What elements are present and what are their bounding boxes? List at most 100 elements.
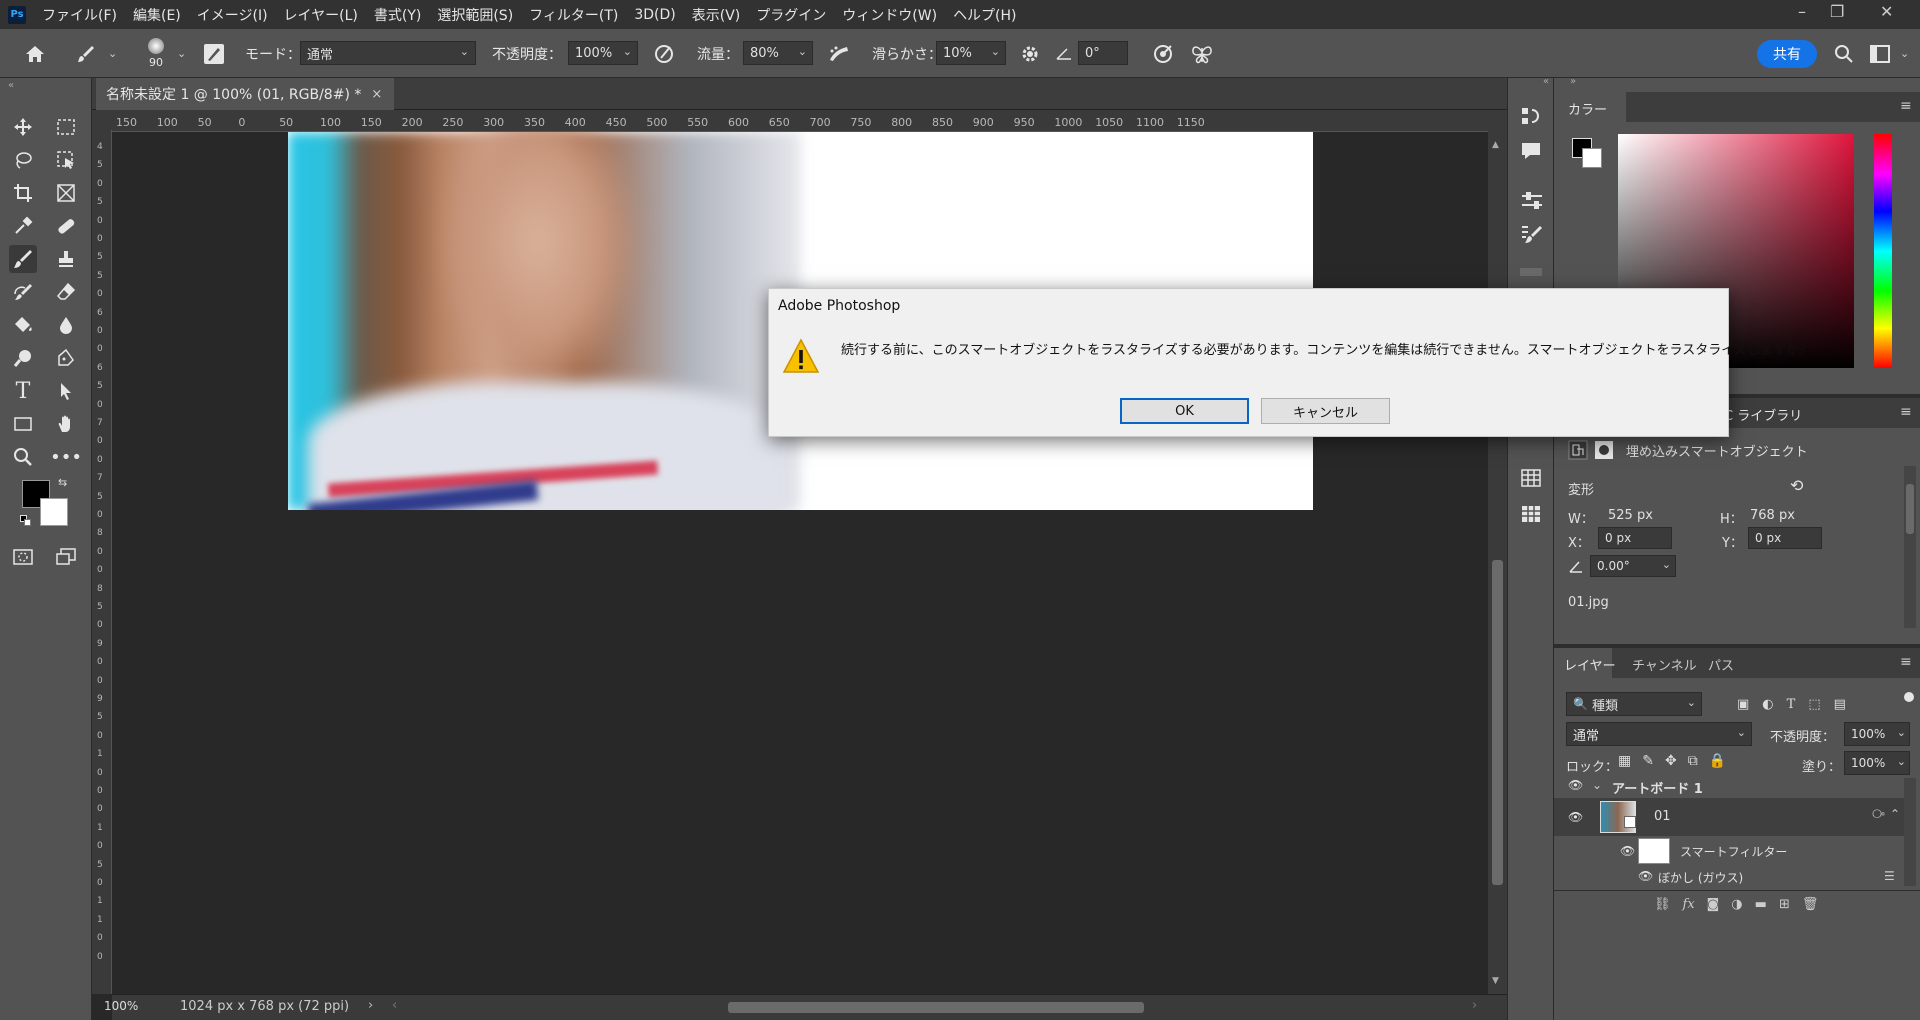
scroll-left-icon[interactable]: ‹ xyxy=(392,998,397,1013)
document-info[interactable]: 1024 px x 768 px (72 ppi) xyxy=(180,999,349,1014)
document-tab[interactable]: 名称未設定 1 @ 100% (01, RGB/8#) * × xyxy=(96,78,395,110)
pressure-size-icon[interactable] xyxy=(1150,29,1176,78)
lock-artboard-icon[interactable]: ⧉ xyxy=(1688,753,1698,769)
more-tools-icon[interactable]: ••• xyxy=(50,443,82,471)
layers-scrollbar[interactable] xyxy=(1904,778,1916,886)
chevron-up-icon[interactable]: ⌃ xyxy=(1890,807,1900,821)
vertical-scrollbar[interactable]: ▲ ▼ xyxy=(1488,130,1507,994)
menu-filter[interactable]: フィルター(T) xyxy=(529,5,618,25)
adjustment-layer-icon[interactable]: ◑ xyxy=(1731,897,1742,912)
filter-smart-object-icon[interactable]: ▤ xyxy=(1834,697,1846,712)
visibility-eye-icon[interactable]: 👁 xyxy=(1568,810,1583,824)
x-input[interactable]: 0 px xyxy=(1598,527,1672,549)
object-selection-tool-icon[interactable] xyxy=(52,146,80,174)
menu-3d[interactable]: 3D(D) xyxy=(634,7,675,23)
menu-file[interactable]: ファイル(F) xyxy=(42,5,117,25)
zoom-tool-icon[interactable] xyxy=(9,443,37,471)
menu-help[interactable]: ヘルプ(H) xyxy=(953,5,1016,25)
brush-preset-icon[interactable] xyxy=(75,29,97,78)
filter-adjustment-icon[interactable]: ◐ xyxy=(1762,697,1773,712)
menu-select[interactable]: 選択範囲(S) xyxy=(437,5,513,25)
symmetry-butterfly-icon[interactable] xyxy=(1188,29,1216,78)
visibility-eye-icon[interactable]: 👁 xyxy=(1568,778,1583,792)
new-group-icon[interactable]: ▬ xyxy=(1755,897,1767,912)
comments-panel-icon[interactable] xyxy=(1520,140,1542,166)
frame-tool-icon[interactable] xyxy=(52,179,80,207)
menu-plugins[interactable]: プラグイン xyxy=(756,5,826,25)
mask-icon[interactable] xyxy=(1594,440,1614,464)
tab-color[interactable]: カラー xyxy=(1568,99,1607,118)
airbrush-icon[interactable] xyxy=(826,29,852,78)
menu-layer[interactable]: レイヤー(L) xyxy=(284,5,358,25)
dodge-tool-icon[interactable] xyxy=(9,344,37,372)
tab-close-icon[interactable]: × xyxy=(371,87,382,102)
ok-button[interactable]: OK xyxy=(1120,398,1249,424)
delete-layer-icon[interactable]: 🗑 xyxy=(1802,897,1819,912)
history-brush-tool-icon[interactable] xyxy=(9,278,37,306)
mode-select[interactable]: 通常 ⌄ xyxy=(300,41,476,65)
chevron-down-icon[interactable]: ⌄ xyxy=(177,29,186,78)
scroll-up-icon[interactable]: ▲ xyxy=(1492,140,1499,150)
scroll-down-icon[interactable]: ▼ xyxy=(1492,976,1499,986)
properties-scrollbar[interactable] xyxy=(1904,466,1916,628)
width-value[interactable]: 525 px xyxy=(1608,508,1653,523)
eyedropper-tool-icon[interactable] xyxy=(9,212,37,240)
eraser-tool-icon[interactable] xyxy=(52,278,80,306)
vertical-scroll-thumb[interactable] xyxy=(1492,560,1503,885)
y-input[interactable]: 0 px xyxy=(1748,527,1822,549)
scroll-right-icon[interactable]: › xyxy=(1472,998,1477,1013)
smoothing-input[interactable]: 10% ⌄ xyxy=(936,41,1006,65)
tab-channels[interactable]: チャンネル xyxy=(1632,655,1697,674)
panel-menu-icon[interactable]: ≡ xyxy=(1900,404,1912,420)
quick-mask-icon[interactable] xyxy=(9,543,37,571)
expand-icon[interactable]: « xyxy=(1543,76,1549,87)
visibility-eye-icon[interactable]: 👁 xyxy=(1638,869,1653,883)
screen-mode-icon[interactable] xyxy=(52,543,80,571)
chevron-down-icon[interactable]: ⌄ xyxy=(1592,778,1602,792)
tab-paths[interactable]: パス xyxy=(1708,655,1734,674)
zoom-level[interactable]: 100% xyxy=(104,999,144,1013)
pen-tool-icon[interactable] xyxy=(52,344,80,372)
collapse-icon[interactable]: « xyxy=(8,80,14,91)
ruler-origin[interactable] xyxy=(92,110,112,132)
adjustments-panel-icon[interactable] xyxy=(1520,190,1544,216)
filter-pixel-icon[interactable]: ▣ xyxy=(1737,697,1749,712)
lock-transparency-icon[interactable]: ▦ xyxy=(1618,753,1631,769)
menu-window[interactable]: ウィンドウ(W) xyxy=(842,5,937,25)
opacity-input[interactable]: 100% ⌄ xyxy=(568,41,638,65)
swap-colors-icon[interactable]: ⇆ xyxy=(58,476,67,489)
color-background-swatch[interactable] xyxy=(1582,148,1602,168)
visibility-eye-icon[interactable]: 👁 xyxy=(1620,844,1635,858)
filter-mask-thumbnail[interactable] xyxy=(1638,838,1670,864)
menu-type[interactable]: 書式(Y) xyxy=(374,5,421,25)
brush-tool-icon[interactable] xyxy=(9,245,37,273)
tab-layers[interactable]: レイヤー xyxy=(1564,655,1616,674)
reset-transform-icon[interactable]: ⟲ xyxy=(1790,476,1803,495)
menu-image[interactable]: イメージ(I) xyxy=(197,5,268,25)
tab-libraries[interactable]: C ライブラリ xyxy=(1724,405,1802,424)
lock-position-icon[interactable]: ✥ xyxy=(1665,753,1677,769)
gaussian-blur-row[interactable]: 👁 ぼかし (ガウス) ☰ xyxy=(1554,866,1904,888)
artboard-row[interactable]: 👁 ⌄ アートボード 1 xyxy=(1554,778,1904,797)
blend-mode-select[interactable]: 通常 ⌄ xyxy=(1566,722,1752,746)
rectangle-tool-icon[interactable] xyxy=(9,410,37,438)
filter-shape-icon[interactable]: ⬚ xyxy=(1808,697,1820,712)
layer-opacity-input[interactable]: 100% ⌄ xyxy=(1844,722,1910,746)
background-color-swatch[interactable] xyxy=(40,498,68,526)
type-tool-icon[interactable]: T xyxy=(9,377,37,405)
chevron-down-icon[interactable]: ⌄ xyxy=(108,29,117,78)
pressure-opacity-icon[interactable] xyxy=(652,29,676,78)
smart-filter-row[interactable]: 👁 スマートフィルター xyxy=(1554,836,1904,866)
add-mask-icon[interactable]: ◙ xyxy=(1707,897,1720,912)
history-panel-icon[interactable] xyxy=(1520,106,1542,132)
healing-brush-tool-icon[interactable] xyxy=(52,212,80,240)
close-icon[interactable]: ✕ xyxy=(1880,2,1893,21)
filter-blending-options-icon[interactable]: ☰ xyxy=(1884,869,1895,883)
marquee-tool-icon[interactable] xyxy=(52,113,80,141)
crop-tool-icon[interactable] xyxy=(9,179,37,207)
chevron-down-icon[interactable]: ⌄ xyxy=(1900,29,1909,78)
layer-row-01[interactable]: 👁 01 ⧂ ⌃ xyxy=(1554,798,1904,836)
blur-tool-icon[interactable] xyxy=(52,311,80,339)
brush-size-picker[interactable]: 90 xyxy=(145,29,167,78)
expand-icon[interactable]: » xyxy=(1570,76,1576,87)
